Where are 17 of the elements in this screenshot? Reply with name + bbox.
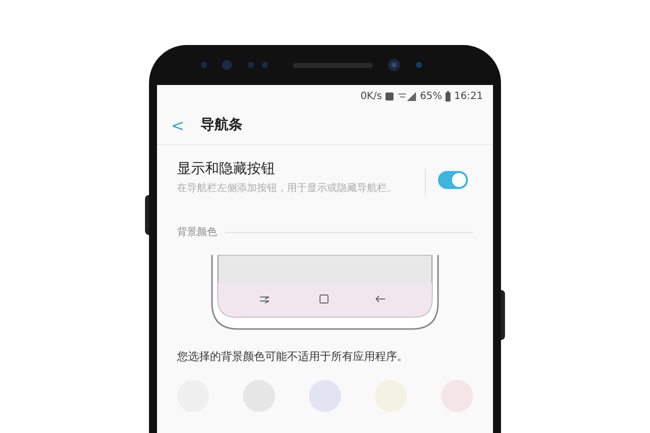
signal-icon bbox=[396, 91, 417, 101]
side-button[interactable] bbox=[501, 290, 505, 340]
sensor-icon bbox=[415, 61, 423, 69]
toggle-switch[interactable] bbox=[438, 171, 468, 189]
setting-description: 在导航栏左侧添加按钮，用于显示或隐藏导航栏。 bbox=[177, 182, 398, 195]
setting-title: 显示和隐藏按钮 bbox=[177, 160, 276, 179]
back-button[interactable]: < bbox=[171, 118, 184, 134]
section-heading: 背景颜色 bbox=[177, 226, 217, 240]
side-button[interactable] bbox=[145, 195, 149, 235]
note-text: 您选择的背景颜色可能不适用于所有应用程序。 bbox=[176, 349, 409, 365]
camera-icon bbox=[387, 58, 401, 72]
battery-icon bbox=[445, 90, 452, 102]
battery-percent: 65% bbox=[420, 90, 442, 104]
clock: 16:21 bbox=[454, 90, 483, 104]
notification-icon bbox=[384, 92, 394, 100]
page-title: 导航条 bbox=[200, 116, 242, 135]
network-speed: 0K/s bbox=[360, 90, 382, 104]
